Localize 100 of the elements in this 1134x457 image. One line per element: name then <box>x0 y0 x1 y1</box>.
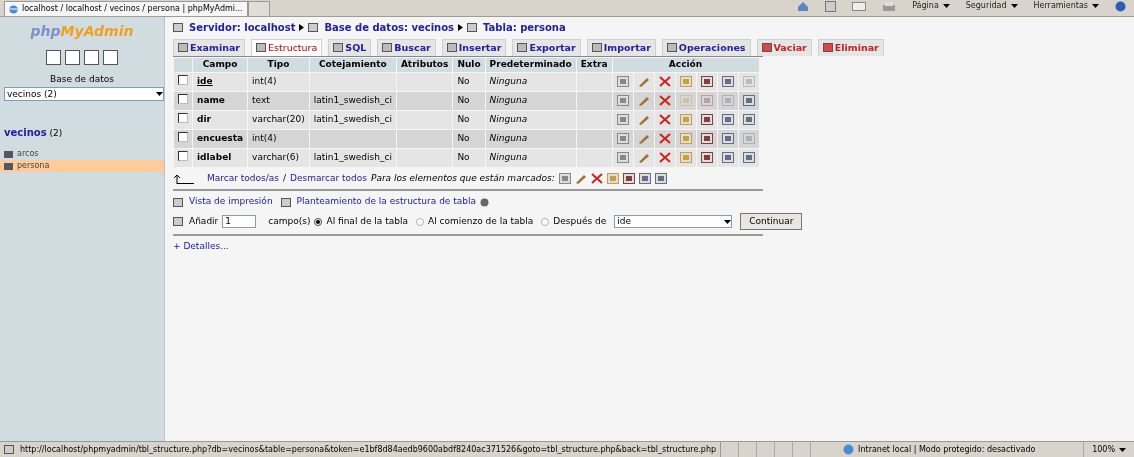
table-cell: varchar(20) <box>252 114 305 124</box>
unmark-all-link[interactable]: Desmarcar todos <box>290 171 367 186</box>
row-checkbox[interactable] <box>178 112 188 123</box>
table-cell: Ninguna <box>489 76 528 86</box>
breadcrumb-link[interactable]: Tabla: persona <box>483 20 566 35</box>
index-icon[interactable] <box>721 114 734 125</box>
browse-icon[interactable] <box>558 173 571 184</box>
delete-icon[interactable] <box>590 173 603 184</box>
tab[interactable]: Operaciones <box>661 39 751 57</box>
table-cell: No <box>457 152 470 162</box>
delete-icon[interactable] <box>658 114 671 125</box>
tab[interactable]: Buscar <box>377 39 436 57</box>
row-checkbox[interactable] <box>178 93 188 104</box>
separator-text: / <box>283 171 287 185</box>
unique-icon[interactable] <box>622 173 635 184</box>
page-icon <box>4 445 14 454</box>
tab[interactable]: Estructura <box>251 39 323 57</box>
browse-icon[interactable] <box>616 95 629 106</box>
column-header: Campo <box>193 58 248 72</box>
radio-button[interactable] <box>416 217 424 226</box>
pencil-icon[interactable] <box>637 114 650 125</box>
field-name: name <box>197 95 225 105</box>
row-checkbox[interactable] <box>178 131 188 142</box>
tab[interactable]: Importar <box>586 39 656 57</box>
field-count-input[interactable]: 1 <box>222 215 257 228</box>
index-icon[interactable] <box>638 173 651 184</box>
toolbar-menu[interactable]: Seguridad <box>965 0 1007 12</box>
help-icon[interactable] <box>1115 0 1126 12</box>
breadcrumb-arrow-icon <box>458 24 464 31</box>
new-tab-button[interactable] <box>247 1 270 16</box>
index-icon[interactable] <box>721 133 734 144</box>
pencil-icon[interactable] <box>637 76 650 87</box>
add-field-icon <box>173 217 183 226</box>
tab[interactable]: Vaciar <box>756 39 812 57</box>
table-item[interactable]: arcos <box>0 148 164 160</box>
pencil-icon[interactable] <box>637 95 650 106</box>
table-cell: varchar(6) <box>252 152 300 162</box>
fulltext-icon[interactable] <box>742 95 755 106</box>
unique-icon[interactable] <box>700 133 713 144</box>
fulltext-icon[interactable] <box>742 152 755 163</box>
dropdown-arrow-icon <box>156 91 163 96</box>
tab[interactable]: Exportar <box>512 39 581 57</box>
globe-icon <box>9 4 18 14</box>
fulltext-icon[interactable] <box>742 114 755 125</box>
row-checkbox[interactable] <box>178 74 188 85</box>
key-icon[interactable] <box>679 152 692 163</box>
breadcrumb-icon <box>467 23 478 32</box>
key-icon[interactable] <box>679 76 692 87</box>
browse-icon[interactable] <box>616 133 629 144</box>
radio-label: Al final de la tabla <box>326 214 408 228</box>
table-cell: text <box>252 95 270 105</box>
table-cell: int(4) <box>252 76 277 86</box>
help-icon[interactable] <box>480 197 489 207</box>
unique-icon[interactable] <box>700 114 713 125</box>
database-link[interactable]: vecinos (2) <box>4 124 164 140</box>
index-icon[interactable] <box>721 152 734 163</box>
browse-icon[interactable] <box>616 114 629 125</box>
zoom-control[interactable]: 100% <box>1084 442 1134 457</box>
pencil-icon[interactable] <box>637 152 650 163</box>
mark-all-link[interactable]: Marcar todos/as <box>207 171 279 186</box>
pencil-icon[interactable] <box>574 173 587 184</box>
unique-icon[interactable] <box>700 152 713 163</box>
toolbar-menu[interactable]: Herramientas <box>1033 0 1088 12</box>
fields-label: campo(s) <box>268 214 311 228</box>
column-header: Predeterminado <box>485 58 576 72</box>
browser-tab[interactable]: localhost / localhost / vecinos / persona | phpMyAdmi... <box>4 1 248 16</box>
tab[interactable]: Insertar <box>441 39 507 57</box>
tab[interactable]: Eliminar <box>817 39 884 57</box>
breadcrumb-link[interactable]: Base de datos: vecinos <box>324 20 455 35</box>
table-cell: Ninguna <box>489 133 528 143</box>
print-icon <box>173 197 183 207</box>
continue-button[interactable]: Continuar <box>740 212 803 231</box>
table-cell: latin1_swedish_ci <box>313 114 392 124</box>
delete-icon[interactable] <box>658 133 671 144</box>
pencil-icon[interactable] <box>637 133 650 144</box>
fulltext-icon[interactable] <box>654 173 667 184</box>
tab[interactable]: Examinar <box>173 39 246 57</box>
toolbar-menu[interactable]: Página <box>912 0 939 12</box>
browse-icon[interactable] <box>616 152 629 163</box>
delete-icon[interactable] <box>658 95 671 106</box>
key-icon[interactable] <box>679 114 692 125</box>
delete-icon[interactable] <box>658 152 671 163</box>
tab-title: localhost / localhost / vecinos / persona | phpMyAdmi... <box>22 3 243 15</box>
table-item[interactable]: persona <box>0 160 164 172</box>
printer-icon[interactable] <box>882 0 897 12</box>
details-link[interactable]: + Detalles... <box>173 240 1134 254</box>
print-view-link[interactable]: Vista de impresión <box>189 195 273 209</box>
radio-button[interactable] <box>314 217 323 226</box>
index-icon[interactable] <box>721 76 734 87</box>
row-checkbox[interactable] <box>178 150 188 161</box>
tab[interactable]: SQL <box>328 39 372 57</box>
add-label: Añadir <box>189 214 219 228</box>
after-field-select[interactable]: ide <box>614 215 733 228</box>
breadcrumb-link[interactable]: Servidor: localhost <box>189 20 296 35</box>
delete-icon[interactable] <box>658 76 671 87</box>
propose-structure-link[interactable]: Planteamiento de la estructura de tabla <box>296 195 476 209</box>
unique-icon[interactable] <box>700 76 713 87</box>
radio-button[interactable] <box>541 217 550 226</box>
browse-icon[interactable] <box>616 76 629 87</box>
database-select[interactable]: vecinos (2) <box>4 86 164 101</box>
